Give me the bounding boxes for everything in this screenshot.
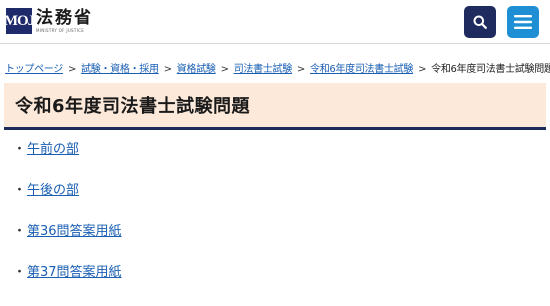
search-icon (473, 15, 487, 29)
logo-subtitle: MINISTRY OF JUSTICE (36, 28, 85, 33)
site-header: MOJ 法務省 MINISTRY OF JUSTICE (0, 0, 550, 44)
link-q37-answer-sheet[interactable]: 第37問答案用紙 (27, 265, 122, 280)
bullet: ・ (13, 142, 27, 157)
search-button[interactable] (464, 6, 496, 38)
breadcrumb-link-judicial-scrivener-exam[interactable]: 司法書士試験 (234, 64, 293, 74)
hamburger-menu-icon (514, 15, 532, 29)
document-link-list: ・午前の部 ・午後の部 ・第36問答案用紙 ・第37問答案用紙 (0, 142, 550, 306)
list-item: ・第37問答案用紙 (13, 265, 550, 306)
breadcrumb-link-exams[interactable]: 試験・資格・採用 (81, 64, 159, 74)
bullet: ・ (13, 183, 27, 198)
bullet: ・ (13, 224, 27, 239)
list-item: ・午前の部 (13, 142, 550, 183)
breadcrumb-separator: > (296, 64, 305, 74)
breadcrumb-separator: > (68, 64, 77, 74)
breadcrumb-current: 令和6年度司法書士試験問題 (431, 64, 550, 74)
link-afternoon-session[interactable]: 午後の部 (27, 183, 79, 198)
logo-name: 法務省 (36, 8, 93, 28)
link-q36-answer-sheet[interactable]: 第36問答案用紙 (27, 224, 122, 239)
breadcrumb-link-top[interactable]: トップページ (5, 64, 63, 74)
header-divider (0, 43, 550, 44)
list-item: ・第36問答案用紙 (13, 224, 550, 265)
moj-logo-mark: MOJ (4, 8, 35, 34)
bullet: ・ (13, 265, 27, 280)
page-title: 令和6年度司法書士試験問題 (15, 96, 251, 117)
menu-button[interactable] (507, 6, 539, 38)
site-logo[interactable]: MOJ 法務省 MINISTRY OF JUSTICE (4, 8, 93, 34)
breadcrumb-separator: > (220, 64, 229, 74)
breadcrumb: トップページ > 試験・資格・採用 > 資格試験 > 司法書士試験 > 令和6年度司法書士試験 >… (0, 44, 550, 74)
breadcrumb-link-qualification-exams[interactable]: 資格試験 (177, 64, 216, 74)
breadcrumb-separator: > (418, 64, 427, 74)
logo-text: 法務省 MINISTRY OF JUSTICE (36, 8, 93, 34)
breadcrumb-link-r6-exam[interactable]: 令和6年度司法書士試験 (310, 64, 413, 74)
breadcrumb-separator: > (163, 64, 172, 74)
link-morning-session[interactable]: 午前の部 (27, 142, 79, 157)
page-title-box: 令和6年度司法書士試験問題 (4, 83, 546, 130)
list-item: ・午後の部 (13, 183, 550, 224)
